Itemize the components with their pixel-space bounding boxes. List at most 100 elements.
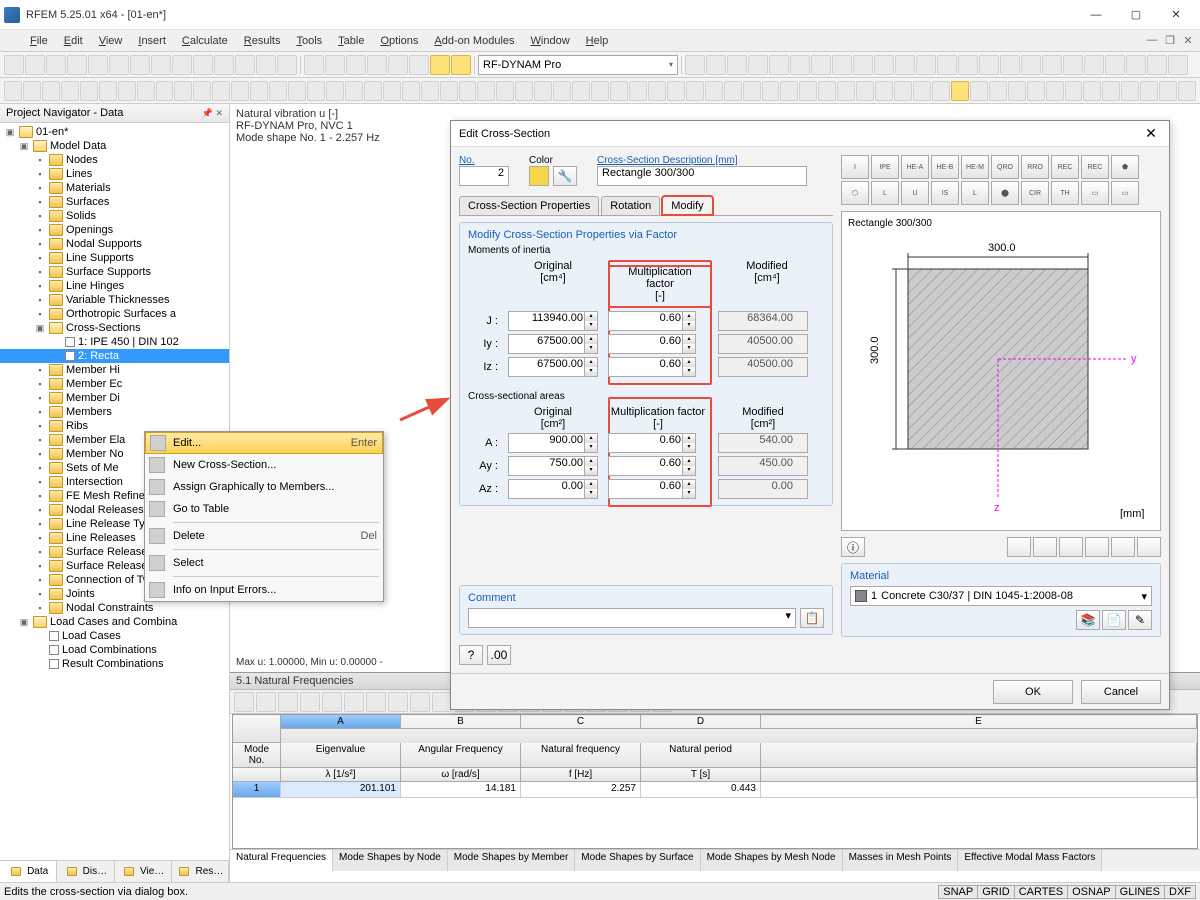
status-cell-snap[interactable]: SNAP [938, 885, 978, 899]
toolbar-button[interactable] [629, 81, 647, 101]
toolbar-button[interactable] [23, 81, 41, 101]
nav-tab-Data[interactable]: Data [0, 861, 57, 882]
toolbar-button[interactable] [875, 81, 893, 101]
toolbar-button[interactable] [269, 81, 287, 101]
factor-field[interactable]: 0.60▴▾ [608, 479, 696, 499]
toolbar-button[interactable] [1102, 81, 1120, 101]
toolbar-button[interactable] [1065, 81, 1083, 101]
menu-help[interactable]: Help [578, 33, 617, 49]
original-field[interactable]: 67500.00▴▾ [508, 334, 598, 354]
toolbar-button[interactable] [409, 55, 429, 75]
section-type-button[interactable]: IPE [871, 155, 899, 179]
toolbar-button[interactable] [1084, 55, 1104, 75]
toolbar-button[interactable] [402, 81, 420, 101]
toolbar-button[interactable] [832, 55, 852, 75]
mdi-close-button[interactable]: ✕ [1180, 34, 1196, 47]
preview-tool-button[interactable] [1033, 537, 1057, 557]
toolbar-button[interactable] [958, 55, 978, 75]
section-type-button[interactable]: IS [931, 181, 959, 205]
tree-item[interactable]: ▪Members [0, 405, 229, 419]
toolbar-button[interactable] [874, 55, 894, 75]
toolbar-button[interactable] [231, 81, 249, 101]
toolbar-button[interactable] [277, 55, 297, 75]
toolbar-button[interactable] [790, 55, 810, 75]
toolbar-button[interactable] [916, 55, 936, 75]
toolbar-button[interactable] [853, 55, 873, 75]
section-type-button[interactable]: I [841, 155, 869, 179]
toolbar-button[interactable] [156, 81, 174, 101]
toolbar-button[interactable] [667, 81, 685, 101]
material-edit-button[interactable]: ✎ [1128, 610, 1152, 630]
preview-tool-button[interactable] [1137, 537, 1161, 557]
section-type-button[interactable]: L [871, 181, 899, 205]
tables-tab[interactable]: Mode Shapes by Node [333, 850, 448, 871]
toolbar-button[interactable] [837, 81, 855, 101]
toolbar-button[interactable] [685, 55, 705, 75]
nav-tab-Res[interactable]: Res… [172, 861, 229, 882]
factor-field[interactable]: 0.60▴▾ [608, 357, 696, 377]
table-toolbar-button[interactable] [344, 692, 364, 712]
ctx-select[interactable]: Select [145, 552, 383, 574]
toolbar-button[interactable] [818, 81, 836, 101]
status-cell-cartes[interactable]: CARTES [1014, 885, 1068, 899]
toolbar-button[interactable] [1159, 81, 1177, 101]
module-combo[interactable]: RF-DYNAM Pro [478, 55, 678, 75]
material-lib-button[interactable]: 📚 [1076, 610, 1100, 630]
menu-window[interactable]: Window [523, 33, 578, 49]
toolbar-button[interactable] [172, 55, 192, 75]
tree-item[interactable]: ▪Nodal Constraints [0, 601, 229, 615]
toolbar-button[interactable] [212, 81, 230, 101]
toolbar-button[interactable] [326, 81, 344, 101]
toolbar-button[interactable] [932, 81, 950, 101]
toolbar-button[interactable] [25, 55, 45, 75]
toolbar-button[interactable] [705, 81, 723, 101]
toolbar-button[interactable] [1105, 55, 1125, 75]
no-field[interactable]: 2 [459, 166, 509, 186]
toolbar-button[interactable] [4, 55, 24, 75]
section-type-button[interactable]: HE-B [931, 155, 959, 179]
description-field[interactable]: Rectangle 300/300 [597, 166, 807, 186]
factor-field[interactable]: 0.60▴▾ [608, 334, 696, 354]
tree-item[interactable]: Load Combinations [0, 643, 229, 657]
close-button[interactable]: ✕ [1156, 1, 1196, 29]
ctx-assign-graphically-to-members-[interactable]: Assign Graphically to Members... [145, 476, 383, 498]
section-type-button[interactable]: RRO [1021, 155, 1049, 179]
tree-item[interactable]: ▪Member Hi [0, 363, 229, 377]
section-type-button[interactable]: TH [1051, 181, 1079, 205]
menu-view[interactable]: View [91, 33, 131, 49]
units-button[interactable]: .00 [487, 645, 511, 665]
tree-root[interactable]: ▣01-en* [0, 125, 229, 139]
toolbar-button[interactable] [440, 81, 458, 101]
comment-button[interactable]: 📋 [800, 608, 824, 628]
section-type-button[interactable]: ▭ [1081, 181, 1109, 205]
toolbar-button[interactable] [811, 55, 831, 75]
menu-add-on-modules[interactable]: Add-on Modules [426, 33, 522, 49]
tree-model-data[interactable]: ▣Model Data [0, 139, 229, 153]
tree-item[interactable]: ▪Solids [0, 209, 229, 223]
dialog-close-button[interactable]: ✕ [1141, 125, 1161, 142]
menu-table[interactable]: Table [330, 33, 372, 49]
toolbar-button[interactable] [1147, 55, 1167, 75]
toolbar-button[interactable] [706, 55, 726, 75]
toolbar-button[interactable] [856, 81, 874, 101]
toolbar-button[interactable] [1121, 81, 1139, 101]
tree-item[interactable]: ▪Variable Thicknesses [0, 293, 229, 307]
ok-button[interactable]: OK [993, 680, 1073, 704]
toolbar-button[interactable] [1021, 55, 1041, 75]
toolbar-button[interactable] [88, 55, 108, 75]
section-type-button[interactable]: U [901, 181, 929, 205]
toolbar-button[interactable] [1126, 55, 1146, 75]
status-cell-grid[interactable]: GRID [977, 885, 1015, 899]
section-type-button[interactable]: ⬡ [841, 181, 869, 205]
tables-tab[interactable]: Mode Shapes by Member [448, 850, 576, 871]
tab-modify[interactable]: Modify [662, 196, 712, 215]
toolbar-button[interactable] [193, 81, 211, 101]
tree-item[interactable]: ▪Member Di [0, 391, 229, 405]
toolbar-button[interactable] [421, 81, 439, 101]
tree-item[interactable]: ▪Materials [0, 181, 229, 195]
toolbar-button[interactable] [913, 81, 931, 101]
tree-load[interactable]: ▣Load Cases and Combina [0, 615, 229, 629]
table-toolbar-button[interactable] [432, 692, 452, 712]
toolbar-button[interactable] [1046, 81, 1064, 101]
mdi-restore-button[interactable]: ❐ [1162, 34, 1178, 47]
